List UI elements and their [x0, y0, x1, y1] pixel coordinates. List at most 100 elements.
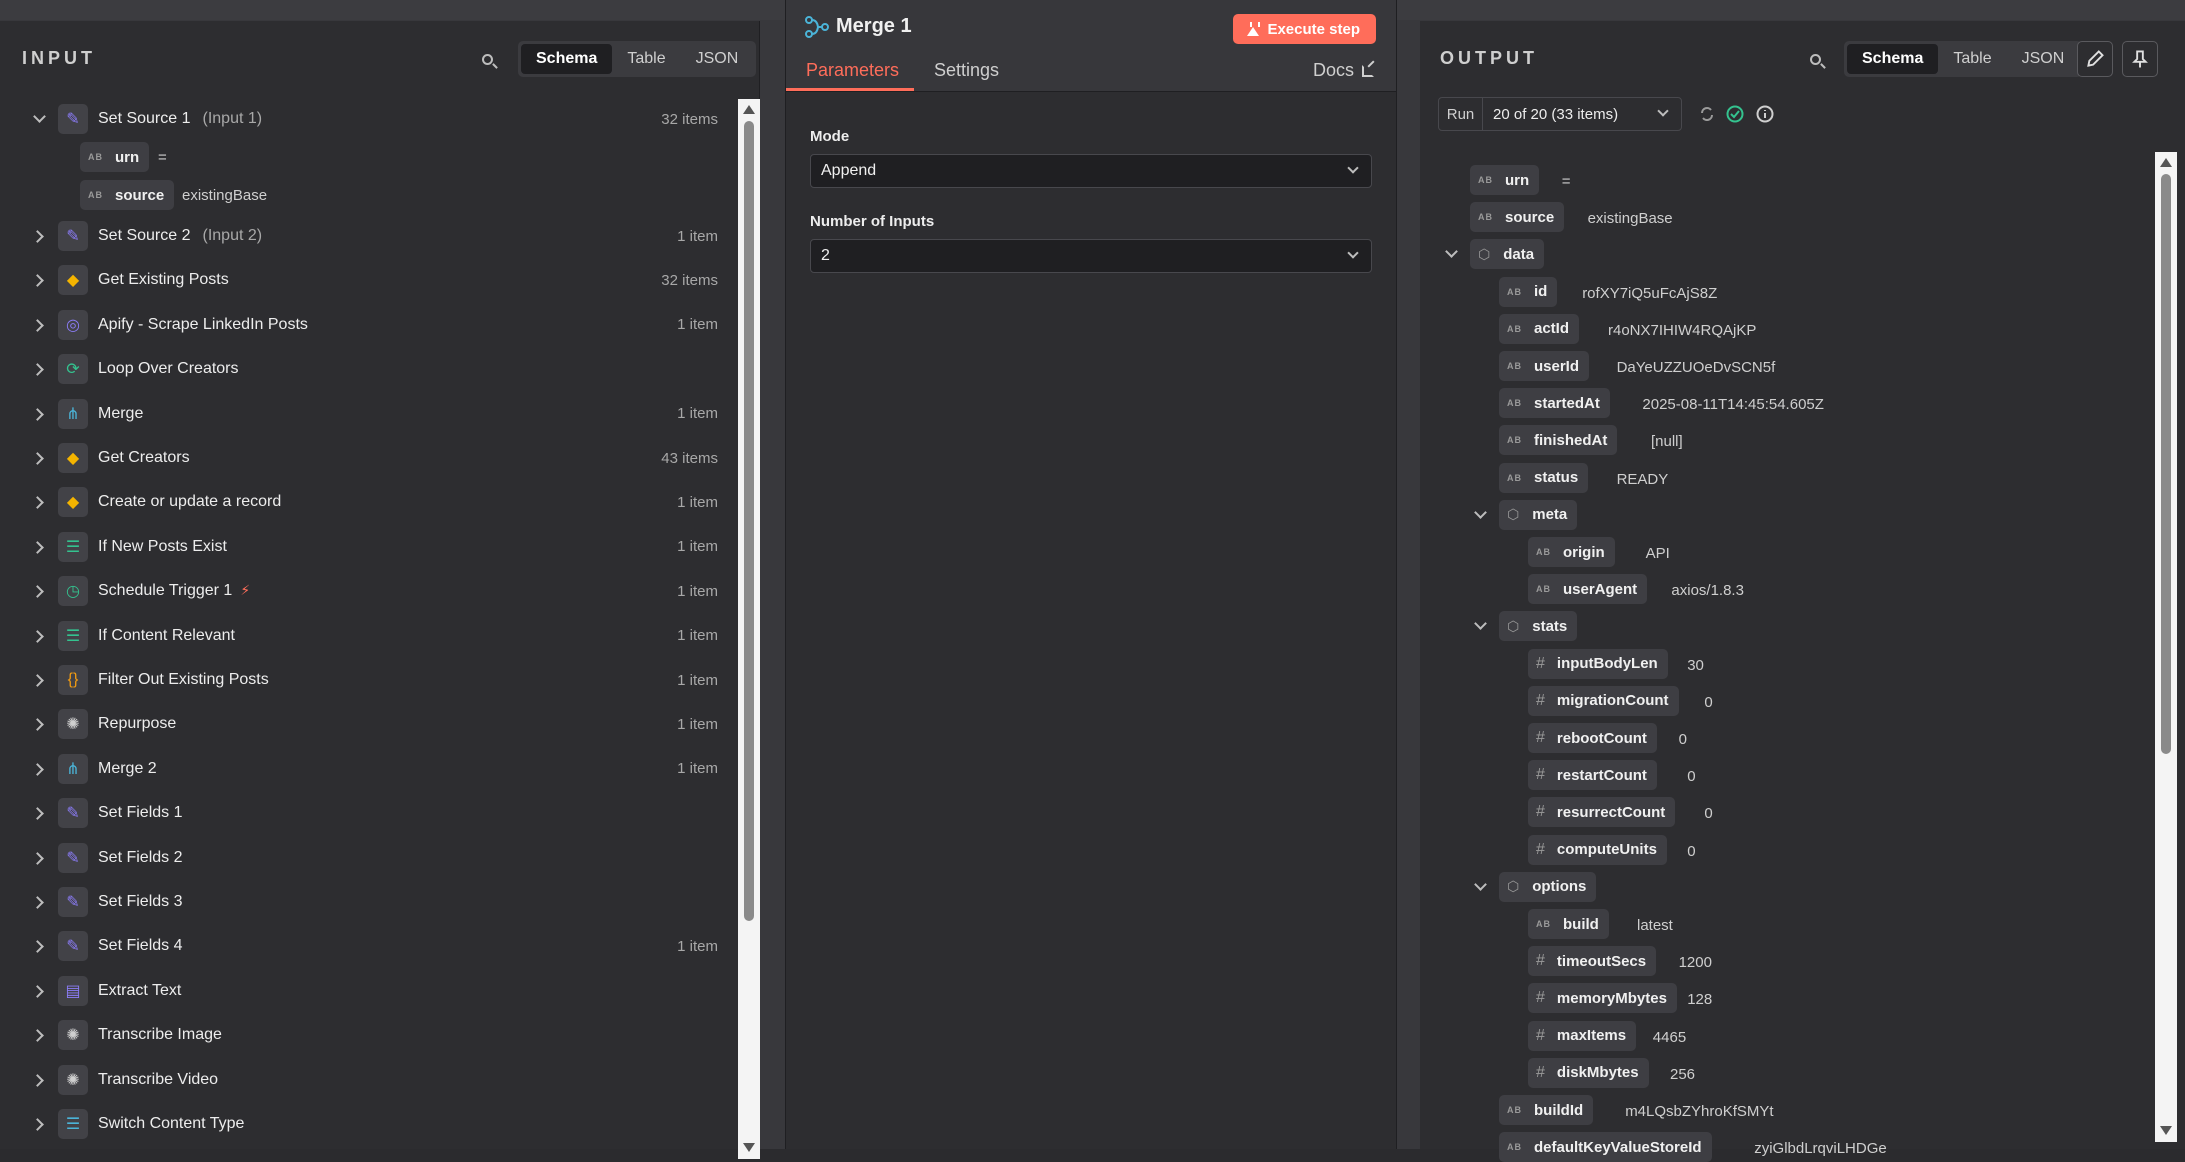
chevron-right-icon[interactable]	[32, 273, 46, 287]
chevron-down-icon[interactable]	[32, 112, 46, 126]
chevron-down-icon[interactable]	[1473, 508, 1487, 522]
chevron-right-icon[interactable]	[32, 895, 46, 909]
input-node-row[interactable]: ✺ Repurpose 1 item	[0, 704, 740, 744]
scroll-down-icon[interactable]	[2160, 1126, 2172, 1135]
chevron-down-icon[interactable]	[1473, 880, 1487, 894]
input-node-row[interactable]: ☰ If New Posts Exist 1 item	[0, 527, 740, 567]
input-node-row[interactable]: ◷ Schedule Trigger 1 ⚡ 1 item	[0, 571, 740, 611]
input-node-row[interactable]: ✺ Transcribe Image	[0, 1015, 740, 1055]
chevron-right-icon[interactable]	[32, 495, 46, 509]
input-node-row[interactable]: ✎ Set Fields 2	[0, 838, 740, 878]
output-field-chip[interactable]: # restartCount	[1528, 760, 1657, 791]
chevron-right-icon[interactable]	[32, 851, 46, 865]
chevron-right-icon[interactable]	[32, 673, 46, 687]
chevron-right-icon[interactable]	[32, 451, 46, 465]
output-schema-tab[interactable]: Schema	[1847, 44, 1939, 74]
pin-output-button[interactable]	[2122, 41, 2158, 77]
output-table-tab[interactable]: Table	[1938, 44, 2006, 74]
docs-link[interactable]: Docs	[1313, 60, 1374, 81]
mode-select[interactable]: Append	[810, 154, 1372, 188]
output-field-chip[interactable]: # rebootCount	[1528, 723, 1657, 753]
chevron-down-icon[interactable]	[1473, 619, 1487, 633]
search-icon[interactable]	[1808, 52, 1826, 70]
input-node-row[interactable]: ⋔ Merge 2 1 item	[0, 749, 740, 789]
chevron-right-icon[interactable]	[32, 984, 46, 998]
info-icon[interactable]	[1756, 105, 1774, 123]
input-node-row[interactable]: ✎ Set Fields 4 1 item	[0, 926, 740, 966]
input-table-tab[interactable]: Table	[612, 44, 680, 74]
output-field-chip[interactable]: AB origin	[1528, 537, 1615, 567]
output-field-chip[interactable]: # maxItems	[1528, 1020, 1637, 1051]
output-field-chip[interactable]: AB buildId	[1499, 1095, 1594, 1125]
number-of-inputs-select[interactable]: 2	[810, 239, 1372, 273]
output-field-chip[interactable]: ⬡ stats	[1499, 611, 1578, 642]
output-field-chip[interactable]: AB startedAt	[1499, 388, 1610, 419]
input-field-chip[interactable]: AB urn	[80, 142, 150, 172]
link-runs-icon[interactable]	[1698, 105, 1716, 123]
run-selector[interactable]: Run 20 of 20 (33 items)	[1438, 97, 1682, 131]
input-node-row[interactable]: ◆ Create or update a record 1 item	[0, 482, 740, 522]
edit-output-button[interactable]	[2077, 41, 2113, 77]
input-node-row[interactable]: ☰ If Content Relevant 1 item	[0, 616, 740, 656]
input-node-row[interactable]: ◎ Apify - Scrape LinkedIn Posts 1 item	[0, 305, 740, 345]
input-node-row[interactable]: ✺ Transcribe Video	[0, 1060, 740, 1100]
output-field-chip[interactable]: # inputBodyLen	[1528, 648, 1668, 679]
input-node-row[interactable]: ◆ Get Creators 43 items	[0, 438, 740, 478]
output-field-chip[interactable]: # memoryMbytes	[1528, 983, 1677, 1014]
output-field-chip[interactable]: AB build	[1528, 909, 1609, 939]
input-node-row[interactable]: ⟳ Loop Over Creators	[0, 349, 740, 389]
output-field-chip[interactable]: # diskMbytes	[1528, 1057, 1649, 1088]
scroll-up-icon[interactable]	[743, 105, 755, 114]
output-json-tab[interactable]: JSON	[2007, 44, 2080, 74]
scroll-down-icon[interactable]	[743, 1143, 755, 1152]
chevron-right-icon[interactable]	[32, 318, 46, 332]
output-field-chip[interactable]: AB status	[1499, 462, 1589, 493]
input-node-row[interactable]: ✎ Set Fields 3	[0, 882, 740, 922]
scroll-up-icon[interactable]	[2160, 158, 2172, 167]
input-node-row[interactable]: {} Filter Out Existing Posts 1 item	[0, 660, 740, 700]
output-field-chip[interactable]: # migrationCount	[1528, 685, 1679, 716]
input-scrollbar[interactable]	[738, 99, 760, 1159]
input-field-chip[interactable]: AB source	[80, 180, 175, 210]
chevron-right-icon[interactable]	[32, 629, 46, 643]
tab-settings[interactable]: Settings	[934, 60, 999, 81]
chevron-down-icon[interactable]	[1444, 247, 1458, 261]
input-node-row[interactable]: ☰ Switch Content Type	[0, 1104, 740, 1144]
input-node-row[interactable]: ✎ Set Source 1 (Input 1) 32 items	[0, 99, 740, 139]
output-field-chip[interactable]: ⬡ data	[1470, 239, 1545, 270]
chevron-right-icon[interactable]	[32, 806, 46, 820]
output-field-chip[interactable]: AB defaultKeyValueStoreId	[1499, 1132, 1712, 1162]
input-node-row[interactable]: ✎ Set Fields 1	[0, 793, 740, 833]
output-scrollbar[interactable]	[2155, 152, 2177, 1142]
chevron-right-icon[interactable]	[32, 939, 46, 953]
chevron-right-icon[interactable]	[32, 362, 46, 376]
input-node-row[interactable]: ▤ Extract Text	[0, 971, 740, 1011]
output-field-chip[interactable]: # computeUnits	[1528, 834, 1667, 865]
input-node-row[interactable]: ⋔ Merge 1 item	[0, 394, 740, 434]
chevron-right-icon[interactable]	[32, 540, 46, 554]
output-field-chip[interactable]: AB finishedAt	[1499, 425, 1618, 456]
search-icon[interactable]	[480, 52, 498, 70]
chevron-right-icon[interactable]	[32, 1117, 46, 1131]
output-field-chip[interactable]: ⬡ options	[1499, 871, 1597, 902]
input-schema-tab[interactable]: Schema	[521, 44, 613, 74]
output-field-chip[interactable]: AB userAgent	[1528, 574, 1648, 605]
output-field-chip[interactable]: AB actId	[1499, 313, 1580, 344]
output-scroll-thumb[interactable]	[2161, 174, 2171, 754]
input-node-row[interactable]: ◆ Get Existing Posts 32 items	[0, 260, 740, 300]
chevron-right-icon[interactable]	[32, 1073, 46, 1087]
output-field-chip[interactable]: # resurrectCount	[1528, 797, 1676, 828]
node-title[interactable]: Merge 1	[836, 15, 912, 38]
output-field-chip[interactable]: # timeoutSecs	[1528, 946, 1657, 977]
chevron-right-icon[interactable]	[32, 762, 46, 776]
output-field-chip[interactable]: AB id	[1499, 276, 1558, 307]
input-node-row[interactable]: ✎ Set Source 2 (Input 2) 1 item	[0, 216, 740, 256]
tab-parameters[interactable]: Parameters	[806, 60, 899, 81]
output-field-chip[interactable]: ⬡ meta	[1499, 499, 1578, 530]
output-field-chip[interactable]: AB urn	[1470, 165, 1540, 195]
execute-step-button[interactable]: Execute step	[1233, 14, 1376, 44]
chevron-right-icon[interactable]	[32, 229, 46, 243]
input-json-tab[interactable]: JSON	[681, 44, 754, 74]
chevron-right-icon[interactable]	[32, 1028, 46, 1042]
output-field-chip[interactable]: AB source	[1470, 202, 1565, 233]
